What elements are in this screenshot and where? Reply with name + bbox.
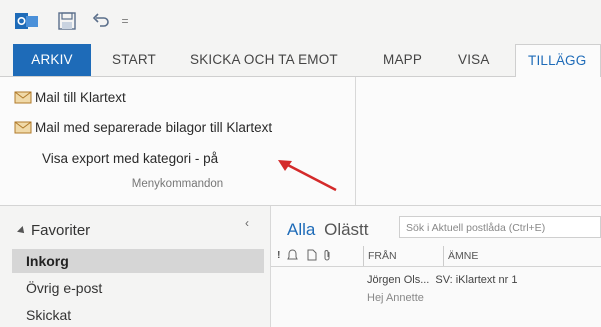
message-list-pane: Alla Olästt Sök i Aktuell postlåda (Ctrl… (271, 206, 601, 327)
tab-arkiv[interactable]: ARKIV (13, 44, 91, 76)
envelope-icon (14, 119, 32, 135)
tab-mapp[interactable]: MAPP (383, 44, 422, 76)
folder-pane: Favoriter ‹ Inkorg Övrig e-post Skickat (0, 206, 271, 327)
collapse-pane-button[interactable]: ‹ (245, 216, 249, 230)
message-subject: SV: iKlartext nr 1 (435, 274, 518, 286)
folder-ovrig-e-post[interactable]: Övrig e-post (12, 276, 264, 300)
column-subject[interactable]: ÄMNE (443, 246, 478, 266)
save-icon[interactable] (56, 10, 78, 32)
favorites-label: Favoriter (31, 222, 91, 239)
message-sender: Jörgen Ols... (367, 274, 430, 286)
filter-alla[interactable]: Alla (287, 220, 315, 239)
column-importance[interactable]: ! (277, 249, 281, 261)
quick-access-toolbar: = (0, 0, 601, 40)
filter-olast[interactable]: Olästt (324, 220, 368, 239)
outlook-window: = ARKIV START SKICKA OCH TA EMOT MAPP VI… (0, 0, 601, 327)
tab-skicka-och-ta-emot[interactable]: SKICKA OCH TA EMOT (190, 44, 338, 76)
outlook-icon[interactable] (14, 10, 40, 32)
mail-separerade-bilagor-button[interactable]: Mail med separerade bilagor till Klartex… (14, 116, 272, 138)
mail-till-klartext-button[interactable]: Mail till Klartext (14, 86, 126, 108)
red-arrow-annotation (278, 160, 337, 192)
ribbon-tabs: ARKIV START SKICKA OCH TA EMOT MAPP VISA… (0, 44, 601, 77)
customize-toolbar-button[interactable]: = (118, 10, 132, 32)
favorites-header[interactable]: Favoriter (17, 222, 91, 239)
message-preview: Hej Annette (367, 292, 424, 304)
column-headers: ! FRÅN ÄMNE (271, 246, 601, 267)
message-row[interactable]: Jörgen Ols... SV: iKlartext nr 1 (367, 274, 517, 286)
visa-export-kategori-button[interactable]: Visa export med kategori - på (42, 147, 218, 169)
tab-start[interactable]: START (112, 44, 156, 76)
mail-separerade-bilagor-label: Mail med separerade bilagor till Klartex… (35, 119, 273, 135)
folder-skickat[interactable]: Skickat (12, 303, 264, 327)
tab-tillagg[interactable]: TILLÄGG (515, 44, 601, 77)
search-input[interactable]: Sök i Aktuell postlåda (Ctrl+E) (399, 216, 601, 238)
expand-triangle-icon (17, 225, 27, 236)
tab-visa[interactable]: VISA (458, 44, 490, 76)
column-from[interactable]: FRÅN (363, 246, 397, 266)
undo-icon[interactable] (90, 10, 112, 32)
mail-till-klartext-label: Mail till Klartext (35, 89, 126, 105)
folder-inkorg[interactable]: Inkorg (12, 249, 264, 273)
filter-bar: Alla Olästt (287, 220, 369, 240)
reminder-icon[interactable] (287, 249, 298, 264)
envelope-icon (14, 89, 32, 105)
document-icon[interactable] (307, 249, 317, 264)
attachment-icon[interactable] (323, 249, 331, 264)
